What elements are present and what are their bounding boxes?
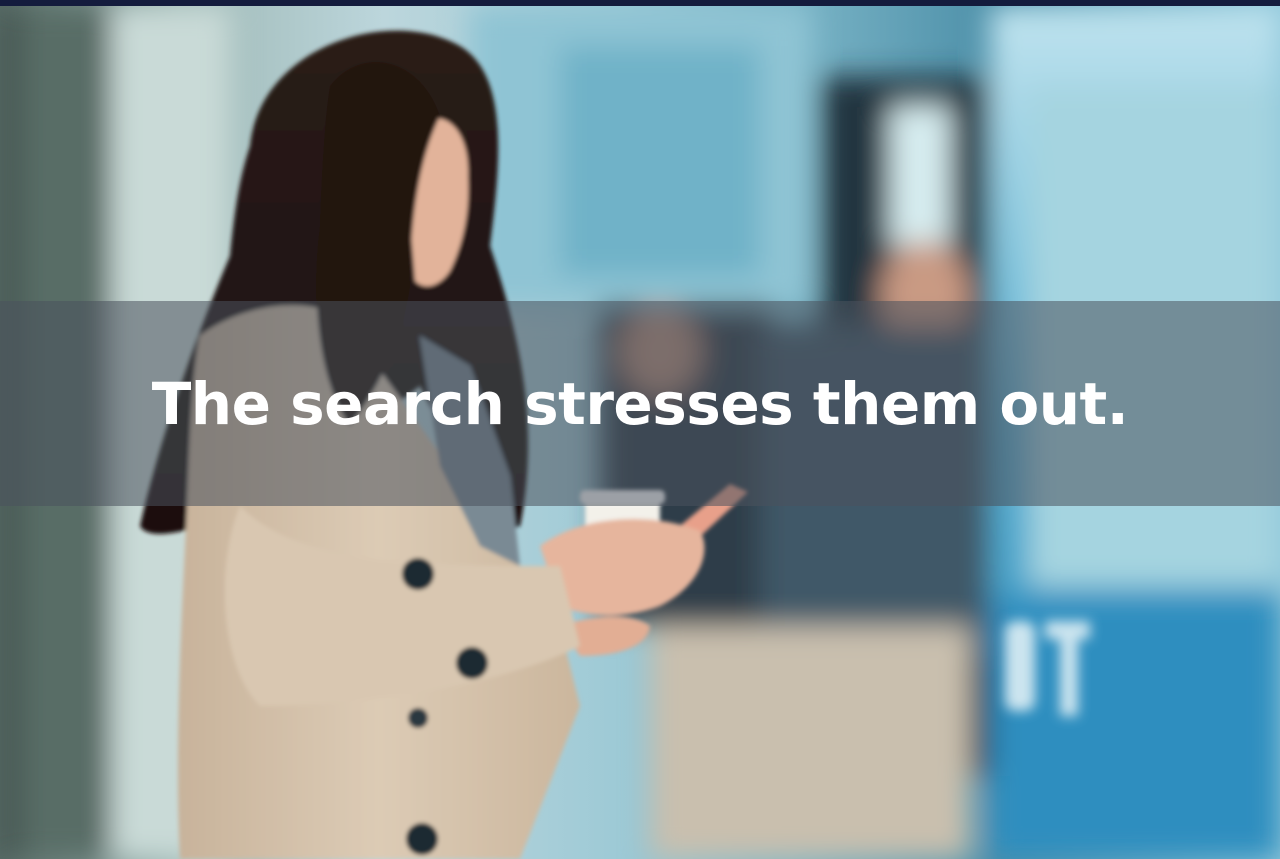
slide: The search stresses them out. (0, 0, 1280, 859)
top-bar (0, 0, 1280, 6)
slide-caption: The search stresses them out. (151, 369, 1129, 438)
caption-band: The search stresses them out. (0, 301, 1280, 506)
